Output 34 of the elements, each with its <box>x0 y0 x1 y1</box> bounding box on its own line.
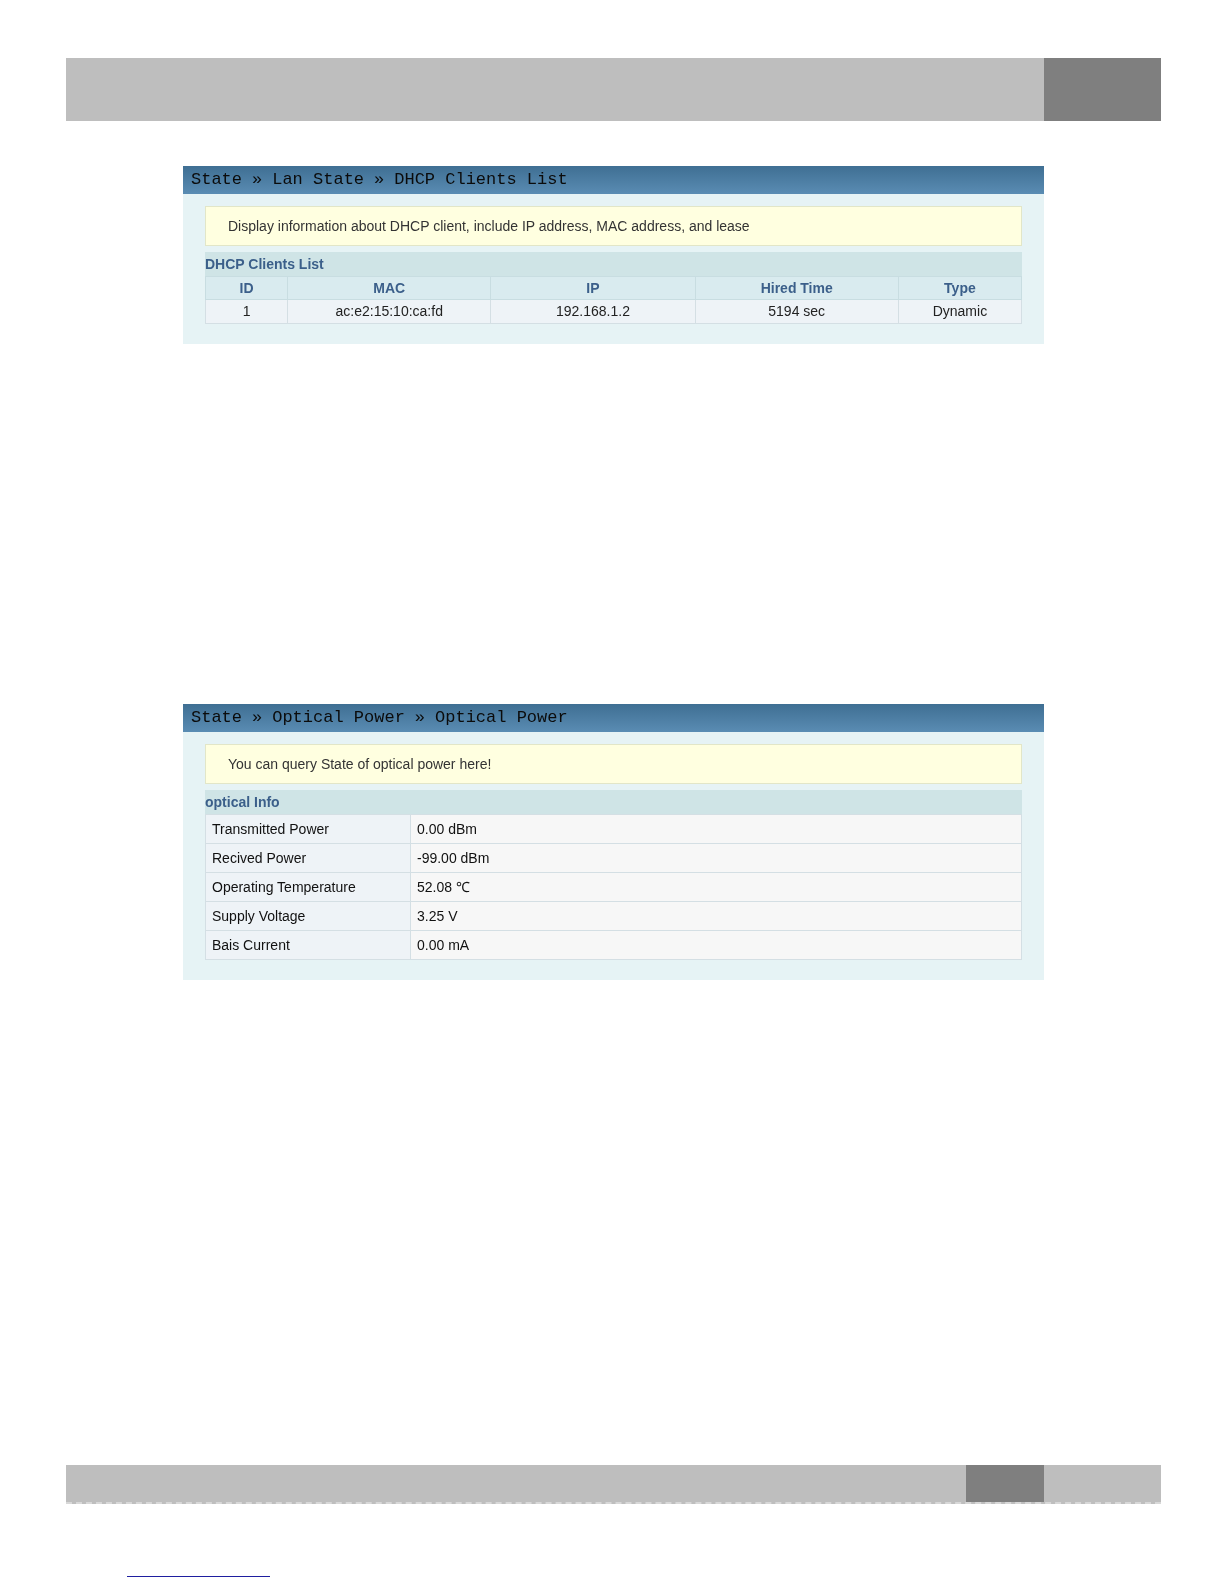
field-label: Operating Temperature <box>205 872 411 902</box>
column-header: Type <box>898 276 1022 300</box>
column-header: MAC <box>287 276 491 300</box>
table-cell: ac:e2:15:10:ca:fd <box>287 299 491 324</box>
section-title: DHCP Clients List <box>205 252 1022 276</box>
column-header: ID <box>205 276 288 300</box>
field-label: Supply Voltage <box>205 901 411 931</box>
table-cell: Dynamic <box>898 299 1022 324</box>
table-cell: 1 <box>205 299 288 324</box>
info-note: Display information about DHCP client, include IP address, MAC address, and lease <box>205 206 1022 246</box>
column-header: Hired Time <box>695 276 899 300</box>
breadcrumb-item: Optical Power <box>435 707 568 730</box>
field-value: 3.25 V <box>410 901 1022 931</box>
breadcrumb-separator: » <box>252 707 263 730</box>
breadcrumb-separator: » <box>252 169 263 192</box>
field-value: 0.00 dBm <box>410 814 1022 844</box>
field-value: 0.00 mA <box>410 930 1022 960</box>
field-label: Bais Current <box>205 930 411 960</box>
breadcrumb-separator: » <box>374 169 385 192</box>
breadcrumb-item: Optical Power <box>272 707 405 730</box>
field-label: Recived Power <box>205 843 411 873</box>
breadcrumb-item: State <box>191 707 242 730</box>
breadcrumb-item: DHCP Clients List <box>394 169 568 192</box>
field-value: 52.08 ℃ <box>410 872 1022 902</box>
table-cell: 192.168.1.2 <box>490 299 696 324</box>
section-title: optical Info <box>205 790 1022 814</box>
column-header: IP <box>490 276 696 300</box>
breadcrumb-item: State <box>191 169 242 192</box>
table-cell: 5194 sec <box>695 299 899 324</box>
breadcrumb-item: Lan State <box>272 169 365 192</box>
info-note: You can query State of optical power here! <box>205 744 1022 784</box>
field-value: -99.00 dBm <box>410 843 1022 873</box>
breadcrumb-separator: » <box>414 707 426 730</box>
field-label: Transmitted Power <box>205 814 411 844</box>
